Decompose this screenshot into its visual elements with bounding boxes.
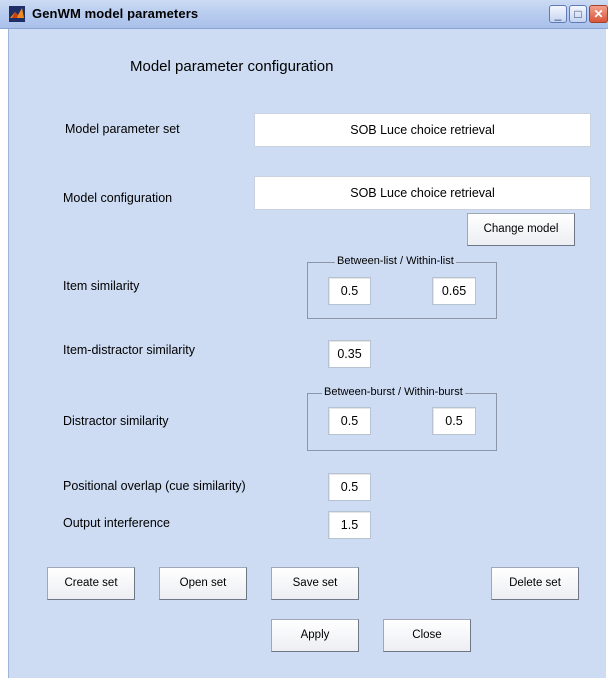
model-configuration-label: Model configuration [63, 191, 173, 205]
positional-overlap-field[interactable]: 0.5 [328, 473, 371, 501]
change-model-button[interactable]: Change model [467, 213, 575, 246]
output-interference-label: Output interference [63, 516, 171, 530]
create-set-button[interactable]: Create set [47, 567, 135, 600]
delete-set-button[interactable]: Delete set [491, 567, 579, 600]
parameter-set-label: Model parameter set [65, 122, 180, 136]
window-title: GenWM model parameters [32, 6, 199, 21]
parameter-set-field[interactable]: SOB Luce choice retrieval [254, 113, 591, 147]
maximize-icon: □ [574, 7, 582, 21]
distractor-similarity-group-title: Between-burst / Within-burst [322, 386, 465, 398]
title-bar[interactable]: GenWM model parameters _ □ ✕ [0, 0, 608, 29]
item-similarity-label: Item similarity [63, 279, 140, 293]
item-distractor-similarity-label: Item-distractor similarity [63, 343, 195, 357]
maximize-button[interactable]: □ [569, 5, 587, 23]
positional-overlap-label: Positional overlap (cue similarity) [63, 479, 246, 493]
genwm-window: GenWM model parameters _ □ ✕ Model param… [0, 0, 608, 678]
model-configuration-field[interactable]: SOB Luce choice retrieval [254, 176, 591, 210]
open-set-button[interactable]: Open set [159, 567, 247, 600]
minimize-button[interactable]: _ [549, 5, 567, 23]
item-distractor-similarity-field[interactable]: 0.35 [328, 340, 371, 368]
item-similarity-group-title: Between-list / Within-list [335, 255, 456, 267]
distractor-between-burst-field[interactable]: 0.5 [328, 407, 371, 435]
matlab-icon [9, 6, 25, 22]
item-within-list-field[interactable]: 0.65 [432, 277, 476, 305]
output-interference-field[interactable]: 1.5 [328, 511, 371, 539]
item-between-list-field[interactable]: 0.5 [328, 277, 371, 305]
close-button[interactable]: Close [383, 619, 471, 652]
apply-button[interactable]: Apply [271, 619, 359, 652]
close-window-button[interactable]: ✕ [589, 5, 608, 23]
close-icon: ✕ [593, 7, 604, 21]
page-title: Model parameter configuration [130, 58, 334, 75]
client-area: Model parameter configuration Model para… [8, 29, 606, 678]
save-set-button[interactable]: Save set [271, 567, 359, 600]
minimize-icon: _ [554, 7, 562, 21]
distractor-similarity-label: Distractor similarity [63, 414, 169, 428]
distractor-within-burst-field[interactable]: 0.5 [432, 407, 476, 435]
